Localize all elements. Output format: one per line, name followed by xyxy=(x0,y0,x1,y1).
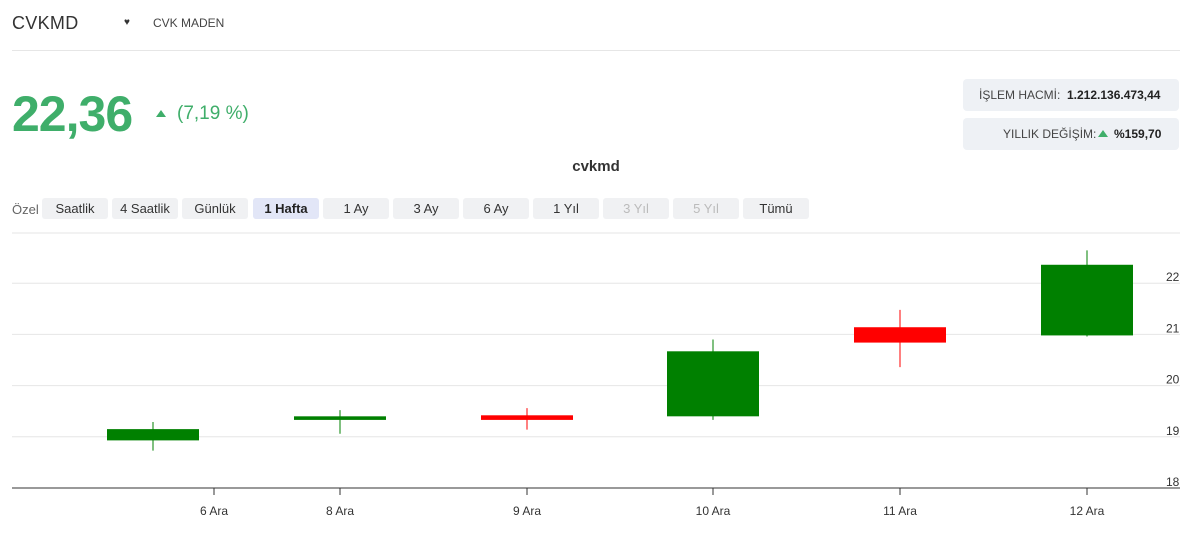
last-price: 22,36 xyxy=(12,86,133,142)
yearly-change-value: %159,70 xyxy=(1114,127,1162,141)
yearly-change-label: YILLIK DEĞİŞİM: xyxy=(1003,127,1097,141)
range-6-month-button[interactable]: 6 Ay xyxy=(463,198,529,219)
x-tick-label: 10 Ara xyxy=(696,504,731,518)
volume-stat: İŞLEM HACMİ: 1.212.136.473,44 xyxy=(963,79,1179,111)
candle-body xyxy=(1041,264,1133,336)
header-divider xyxy=(12,50,1180,51)
candlestick-chart[interactable]: 18 19 20 21 22 6 Ara 8 Ara 9 Ara 10 Ara 11 Ara 12 … xyxy=(0,226,1200,536)
range-3-year-button[interactable]: 3 Yıl xyxy=(603,198,669,219)
range-1-month-button[interactable]: 1 Ay xyxy=(323,198,389,219)
x-tick-label: 6 Ara xyxy=(200,504,228,518)
candle-body xyxy=(481,415,573,420)
y-tick-label: 20 xyxy=(1166,373,1180,387)
chart-title: cvkmd xyxy=(572,158,620,175)
y-tick-label: 18 xyxy=(1166,475,1180,489)
candle-body xyxy=(107,429,199,441)
x-tick-label: 9 Ara xyxy=(513,504,541,518)
y-tick-label: 19 xyxy=(1166,424,1180,438)
company-name: CVK MADEN xyxy=(153,16,225,30)
volume-value: 1.212.136.473,44 xyxy=(1067,88,1161,102)
candle-body xyxy=(294,416,386,420)
candle-body xyxy=(854,327,946,343)
triangle-up-icon xyxy=(1098,130,1108,137)
range-all-button[interactable]: Tümü xyxy=(743,198,809,219)
x-tick-label: 12 Ara xyxy=(1070,504,1105,518)
yearly-change-stat: YILLIK DEĞİŞİM: %159,70 xyxy=(963,118,1179,150)
range-5-year-button[interactable]: 5 Yıl xyxy=(673,198,739,219)
stock-symbol: CVKMD xyxy=(12,13,79,33)
y-tick-label: 22 xyxy=(1166,270,1180,284)
y-tick-label: 21 xyxy=(1166,321,1180,335)
range-1-week-button[interactable]: 1 Hafta xyxy=(253,198,319,219)
custom-range-label[interactable]: Özel xyxy=(12,202,39,217)
candle-body xyxy=(667,351,759,417)
range-4-hourly-button[interactable]: 4 Saatlik xyxy=(112,198,178,219)
range-1-year-button[interactable]: 1 Yıl xyxy=(533,198,599,219)
price-change-percent: (7,19 %) xyxy=(177,103,249,124)
range-3-month-button[interactable]: 3 Ay xyxy=(393,198,459,219)
x-tick-label: 8 Ara xyxy=(326,504,354,518)
heart-icon[interactable]: ♥ xyxy=(124,17,130,28)
x-tick-label: 11 Ara xyxy=(883,504,917,518)
range-hourly-button[interactable]: Saatlik xyxy=(42,198,108,219)
triangle-up-icon xyxy=(156,110,166,117)
range-daily-button[interactable]: Günlük xyxy=(182,198,248,219)
volume-label: İŞLEM HACMİ: xyxy=(979,88,1061,102)
